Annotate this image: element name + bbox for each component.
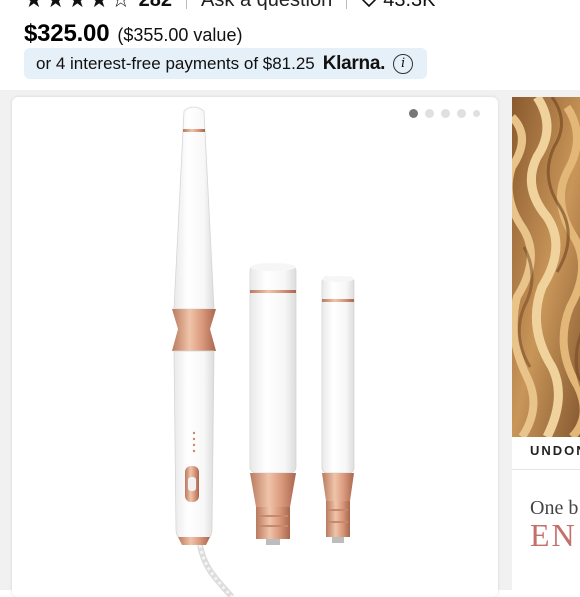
info-icon[interactable]: i [393,53,414,74]
carousel-dot[interactable] [457,109,466,118]
star-icon: ★ [89,0,109,11]
divider [346,0,348,9]
carousel-dot[interactable] [425,109,434,118]
product-image-carousel[interactable]: UNDON One b EN [0,90,580,597]
carousel-dot[interactable] [473,110,480,117]
carousel-dot[interactable] [441,109,450,118]
star-icon: ★ [67,0,87,11]
divider [186,0,188,9]
carousel-dot-active[interactable] [409,109,418,118]
loves-button[interactable]: 43.3K [361,0,436,12]
klarna-installments-banner[interactable]: or 4 interest-free payments of $81.25 Kl… [24,48,427,79]
value-price: ($355.00 value) [117,25,243,45]
star-outline-icon: ☆ [111,0,131,11]
divider [512,469,580,470]
installments-text: or 4 interest-free payments of $81.25 [36,53,315,73]
info-glyph: i [401,56,406,71]
ask-question-link[interactable]: Ask a question [201,0,332,12]
next-slide-card[interactable]: UNDON One b EN [512,97,580,597]
sale-price: $325.00 [24,20,110,47]
rating-row: ★ ★ ★ ★ ☆ 282 Ask a question 43.3K [24,0,436,12]
carousel-pagination [409,109,480,118]
star-rating[interactable]: ★ ★ ★ ★ ☆ [24,0,131,11]
klarna-logo: Klarna. [322,52,386,74]
star-icon: ★ [46,0,66,11]
loves-count: 43.3K [383,0,435,12]
review-count-link[interactable]: 282 [139,0,172,12]
slide-caption: UNDON [530,443,580,458]
star-icon: ★ [24,0,44,11]
wavy-hair-photo [512,97,580,437]
heart-icon [362,0,377,7]
curling-wand-set-image [172,106,355,597]
price-row: $325.00 ($355.00 value) [24,20,242,48]
product-image-card[interactable] [12,97,498,597]
slide-headline-accent: EN [530,517,577,553]
